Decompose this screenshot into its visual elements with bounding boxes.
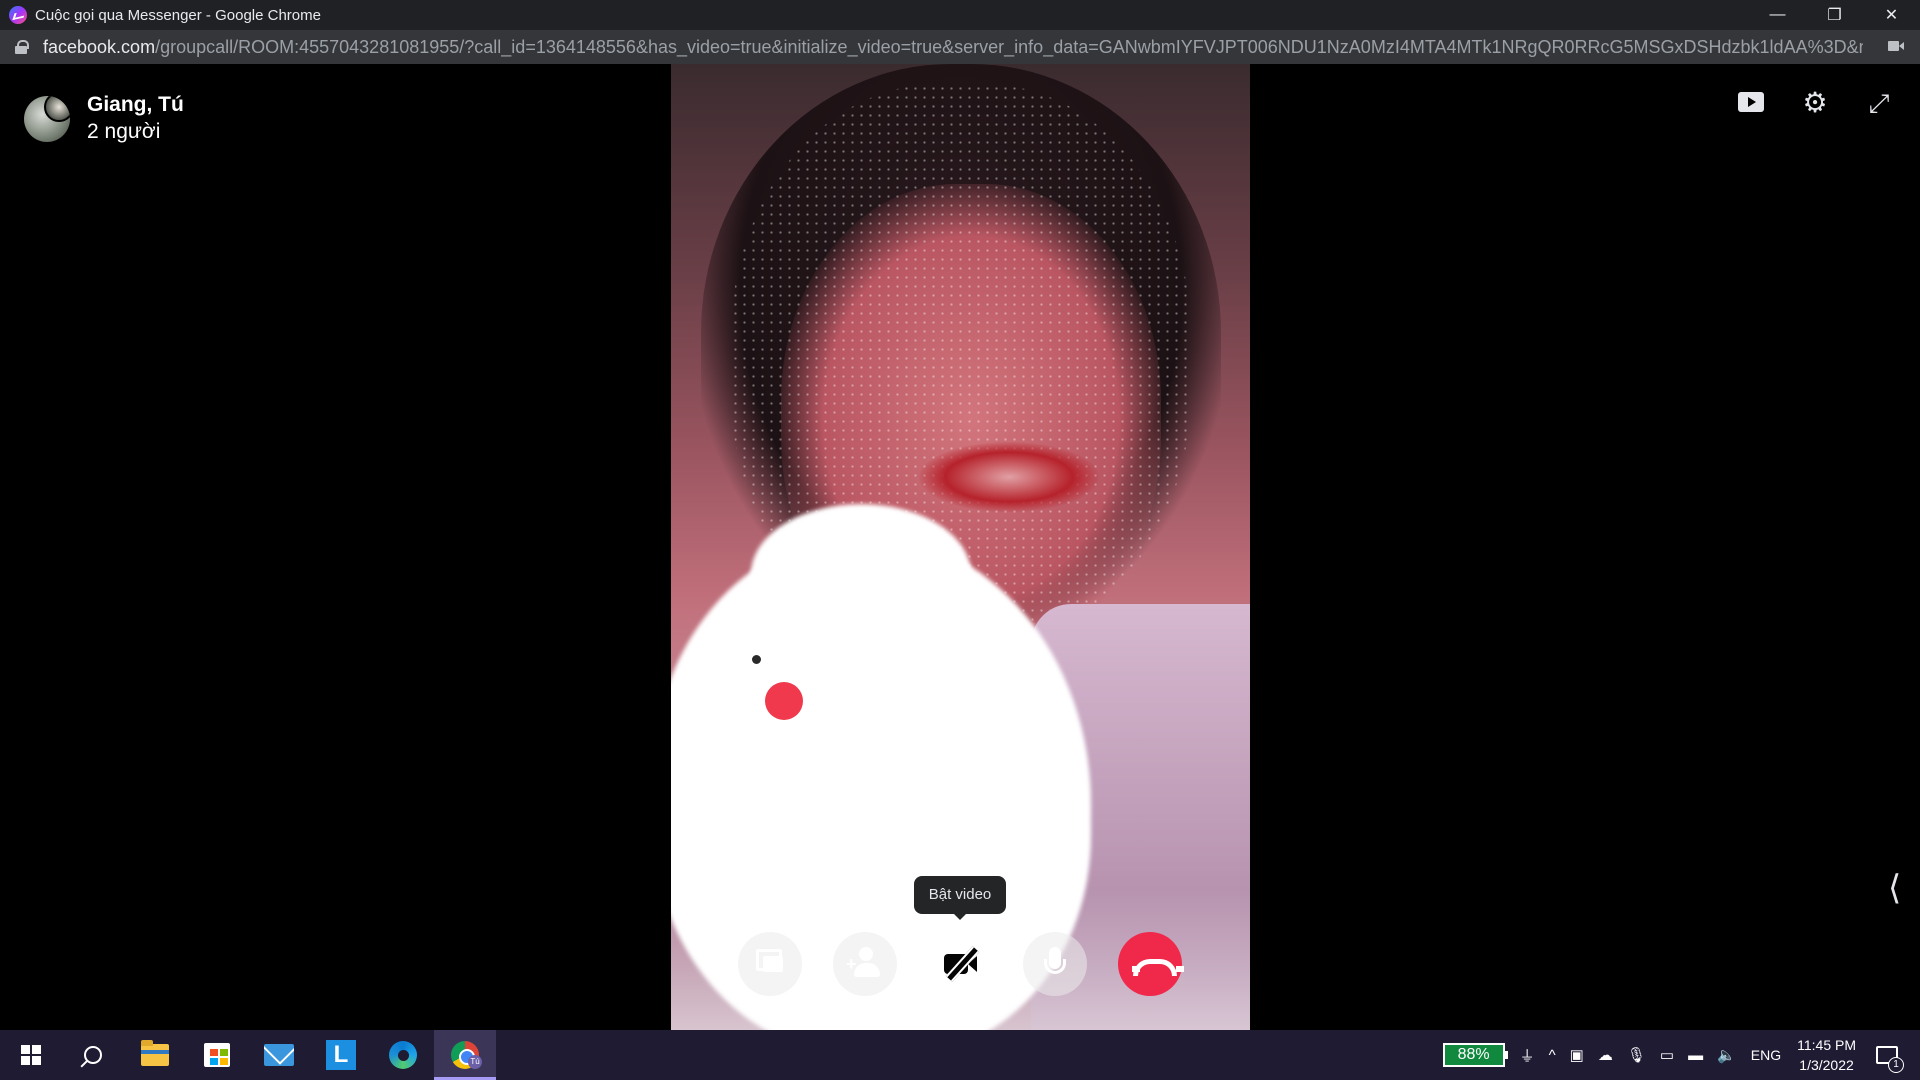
restore-button[interactable]: ❐ [1806,0,1863,30]
store-icon [204,1043,230,1067]
expand-icon[interactable]: ⤢ [1864,88,1894,118]
store-button[interactable] [186,1030,248,1080]
volume-icon[interactable]: 🔈 [1717,1046,1736,1064]
call-header: Giang, Tú 2 người [24,92,184,146]
collapse-panel-icon[interactable]: ⟨ [1888,868,1901,908]
windows-icon [21,1045,41,1065]
top-right-controls: ⚙ ⤢ [1736,88,1894,118]
group-avatar [24,96,70,142]
url-text[interactable]: facebook.com/groupcall/ROOM:455704328108… [43,37,1863,58]
video-toggle-button[interactable] [928,932,992,996]
power-plug-icon[interactable]: ⏚ [1520,1045,1535,1066]
microphone-icon [1023,932,1087,996]
chevron-up-icon[interactable]: ^ [1549,1047,1556,1064]
call-stage: Giang, Tú 2 người ⚙ ⤢ Bật video + ⟨ [0,64,1920,1030]
camera-in-use-icon[interactable] [1888,40,1904,52]
mail-icon [264,1044,294,1066]
clock[interactable]: 11:45 PM 1/3/2022 [1797,1035,1856,1075]
l-app-button[interactable]: L [310,1030,372,1080]
present-screen-icon[interactable] [1736,88,1766,118]
network-icon[interactable]: ▭ [1660,1046,1674,1064]
clock-date: 1/3/2022 [1799,1057,1854,1073]
chrome-button[interactable]: Tú [434,1030,496,1080]
close-button[interactable]: ✕ [1863,0,1920,30]
system-tray: 88% ⏚ ^ ▣ ☁ 🎙 ▭ ▬ 🔈 ENG 11:45 PM 1/3/202… [1442,1030,1920,1080]
window-title: Cuộc gọi qua Messenger - Google Chrome [35,6,321,24]
url-path: /groupcall/ROOM:4557043281081955/?call_i… [155,36,1863,57]
lock-icon[interactable] [15,40,29,54]
messenger-icon [9,6,27,24]
battery-indicator[interactable]: 88% [1442,1043,1508,1067]
add-person-icon: + [833,932,897,996]
participants-name: Giang, Tú [87,93,184,116]
address-bar[interactable]: facebook.com/groupcall/ROOM:455704328108… [0,30,1920,64]
notification-center-icon[interactable]: 1 [1876,1046,1904,1073]
call-controls: + [738,932,1184,996]
share-screen-button[interactable] [738,932,802,996]
folder-icon [141,1040,169,1066]
settings-icon[interactable]: ⚙ [1800,88,1830,118]
battery-tray-icon[interactable]: ▬ [1688,1047,1703,1064]
mute-button[interactable] [1023,932,1087,996]
hang-up-icon [1118,932,1184,996]
participants-count: 2 người [87,120,161,143]
clock-time: 11:45 PM [1797,1037,1856,1053]
language-indicator[interactable]: ENG [1751,1047,1781,1063]
search-button[interactable] [62,1030,124,1080]
notification-count: 1 [1888,1057,1904,1073]
taskbar: L Tú 88% ⏚ ^ ▣ ☁ 🎙 ▭ ▬ 🔈 ENG 11:45 PM 1/… [0,1030,1920,1080]
video-off-icon [928,932,992,996]
onedrive-icon[interactable]: ☁ [1598,1046,1613,1064]
url-domain: facebook.com [43,36,156,57]
start-button[interactable] [0,1030,62,1080]
chrome-profile-badge: Tú [468,1055,482,1069]
add-people-button[interactable]: + [833,932,897,996]
search-icon [84,1046,102,1064]
edge-icon [389,1041,417,1069]
l-app-icon: L [326,1040,356,1070]
video-tooltip: Bật video [914,876,1006,920]
file-explorer-button[interactable] [124,1030,186,1080]
mail-button[interactable] [248,1030,310,1080]
edge-button[interactable] [372,1030,434,1080]
minimize-button[interactable]: — [1749,0,1806,30]
end-call-button[interactable] [1118,932,1184,996]
window-titlebar: Cuộc gọi qua Messenger - Google Chrome —… [0,0,1920,30]
microphone-tray-icon[interactable]: 🎙 [1627,1046,1646,1064]
meet-now-icon[interactable]: ▣ [1570,1046,1584,1064]
window-controls: — ❐ ✕ [1749,0,1920,30]
share-screen-icon [738,932,802,996]
